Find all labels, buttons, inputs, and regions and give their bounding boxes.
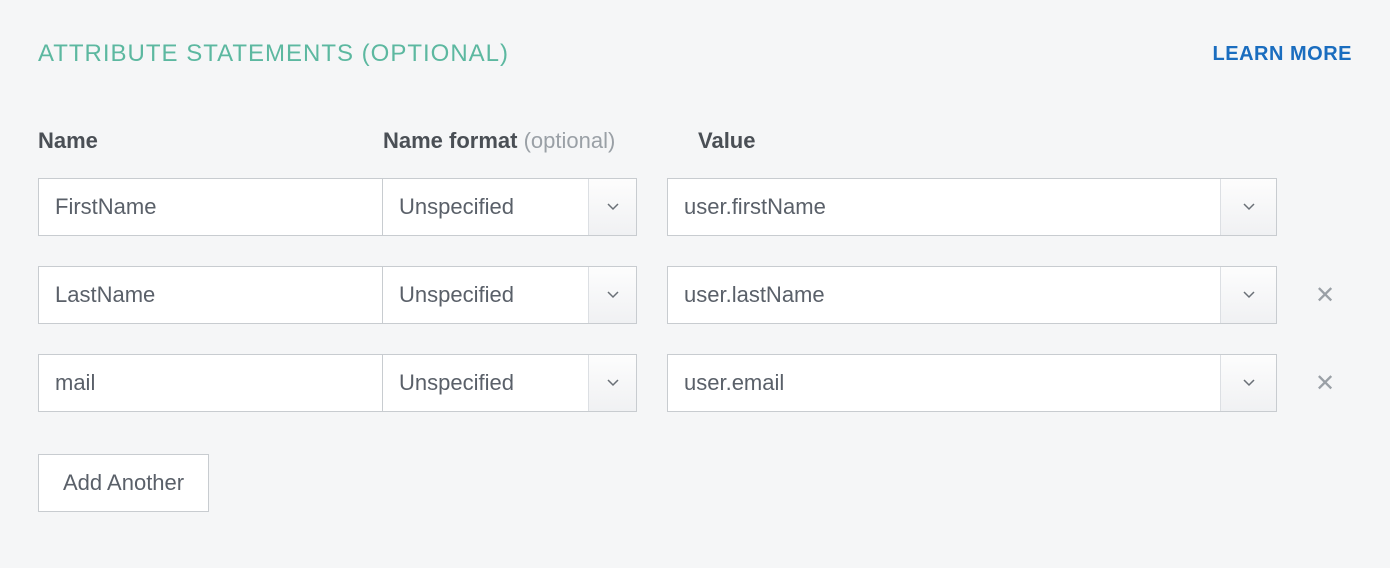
column-header-format: Name format (optional) [383, 128, 668, 154]
close-icon: ✕ [1315, 369, 1335, 398]
chevron-down-icon[interactable] [588, 355, 636, 411]
attribute-value-input[interactable] [668, 267, 1220, 323]
attribute-value-combo[interactable] [667, 178, 1277, 236]
name-format-value: Unspecified [383, 179, 588, 235]
column-header-value: Value [668, 128, 1352, 154]
attribute-name-input[interactable] [38, 266, 383, 324]
column-header-name: Name [38, 128, 383, 154]
attribute-row: Unspecified ✕ [38, 354, 1352, 412]
section-title: ATTRIBUTE STATEMENTS (OPTIONAL) [38, 40, 509, 68]
add-another-button[interactable]: Add Another [38, 454, 209, 512]
remove-row-button[interactable]: ✕ [1305, 363, 1345, 403]
attribute-row: Unspecified ✕ [38, 266, 1352, 324]
attribute-name-input[interactable] [38, 354, 383, 412]
chevron-down-icon[interactable] [1220, 267, 1276, 323]
chevron-down-icon[interactable] [588, 179, 636, 235]
attribute-value-input[interactable] [668, 179, 1220, 235]
attribute-name-input[interactable] [38, 178, 383, 236]
chevron-down-icon[interactable] [1220, 179, 1276, 235]
name-format-select[interactable]: Unspecified [382, 178, 637, 236]
close-icon: ✕ [1315, 281, 1335, 310]
name-format-value: Unspecified [383, 355, 588, 411]
name-format-select[interactable]: Unspecified [382, 266, 637, 324]
learn-more-link[interactable]: LEARN MORE [1213, 43, 1352, 66]
chevron-down-icon[interactable] [1220, 355, 1276, 411]
attribute-value-combo[interactable] [667, 354, 1277, 412]
attribute-value-combo[interactable] [667, 266, 1277, 324]
name-format-select[interactable]: Unspecified [382, 354, 637, 412]
chevron-down-icon[interactable] [588, 267, 636, 323]
attribute-value-input[interactable] [668, 355, 1220, 411]
name-format-value: Unspecified [383, 267, 588, 323]
remove-row-button[interactable]: ✕ [1305, 275, 1345, 315]
attribute-row: Unspecified [38, 178, 1352, 236]
